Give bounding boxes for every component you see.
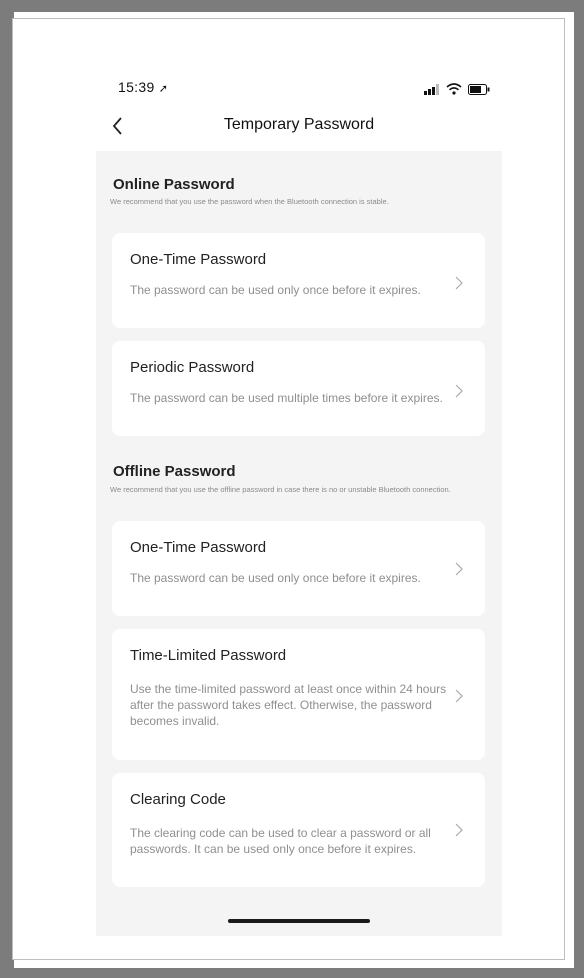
chevron-right-icon — [455, 823, 463, 837]
card-periodic-password[interactable]: Periodic Password The password can be us… — [112, 341, 485, 436]
location-arrow-icon: ➚ — [158, 83, 169, 95]
status-icons — [424, 83, 490, 95]
card-desc: Use the time-limited password at least o… — [130, 682, 447, 728]
card-desc: The clearing code can be used to clear a… — [130, 826, 431, 856]
battery-icon — [468, 83, 490, 95]
card-title: Periodic Password — [130, 359, 255, 376]
card-time-limited-password[interactable]: Time-Limited Password Use the time-limit… — [112, 629, 485, 760]
nav-bar: Temporary Password — [96, 112, 502, 142]
card-clearing-code[interactable]: Clearing Code The clearing code can be u… — [112, 773, 485, 887]
chevron-right-icon — [455, 384, 463, 398]
card-desc: The password can be used multiple times … — [130, 391, 443, 405]
wifi-icon — [446, 83, 462, 95]
chevron-right-icon — [455, 276, 463, 290]
section-desc-offline: We recommend that you use the offline pa… — [110, 485, 451, 494]
card-desc: The password can be used only once befor… — [130, 571, 421, 585]
content-area: Online Password We recommend that you us… — [96, 151, 502, 936]
card-online-one-time-password[interactable]: One-Time Password The password can be us… — [112, 233, 485, 328]
status-time-text: 15:39 — [118, 79, 155, 95]
section-title-offline: Offline Password — [113, 463, 236, 480]
chevron-right-icon — [455, 562, 463, 576]
card-offline-one-time-password[interactable]: One-Time Password The password can be us… — [112, 521, 485, 616]
home-indicator[interactable] — [228, 919, 370, 923]
section-desc-online: We recommend that you use the password w… — [110, 197, 389, 206]
card-desc: The password can be used only once befor… — [130, 283, 421, 297]
card-title: Clearing Code — [130, 791, 226, 808]
card-title: One-Time Password — [130, 251, 267, 268]
section-title-online: Online Password — [113, 176, 235, 193]
page-title: Temporary Password — [223, 116, 375, 133]
chevron-right-icon — [455, 689, 463, 703]
status-time: 15:39 ➚ — [118, 79, 168, 95]
card-title: One-Time Password — [130, 539, 267, 556]
cellular-signal-icon — [424, 83, 439, 95]
card-title: Time-Limited Password — [130, 647, 287, 664]
status-bar: 15:39 ➚ — [96, 79, 502, 101]
